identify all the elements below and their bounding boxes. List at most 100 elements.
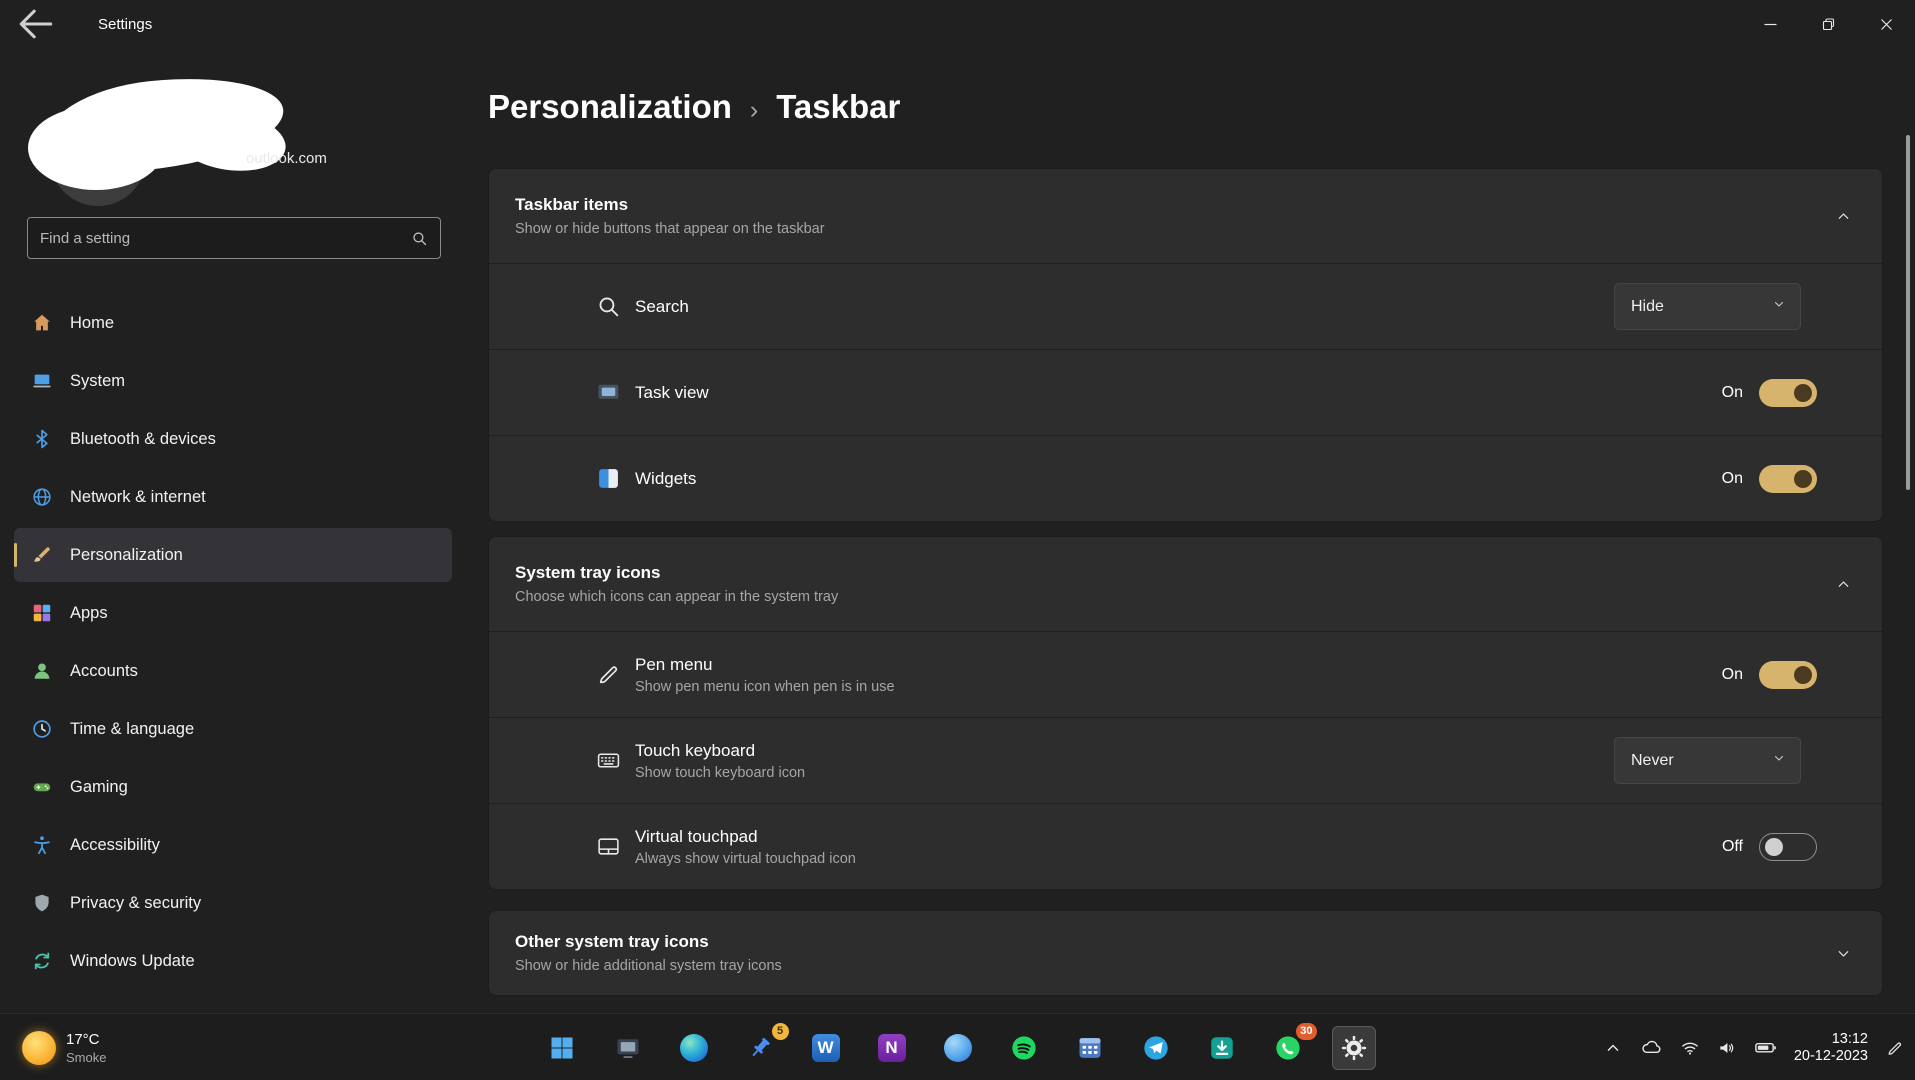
wifi-icon[interactable] (1680, 1038, 1700, 1058)
home-icon (30, 311, 54, 335)
settings-app-button[interactable] (1331, 1025, 1376, 1070)
task-view-toggle[interactable] (1759, 378, 1817, 407)
system-tray-expander[interactable]: System tray icons Choose which icons can… (489, 537, 1882, 631)
installer-app-button[interactable] (1200, 1026, 1244, 1070)
page-title: Taskbar (776, 88, 901, 125)
pen-tray-icon[interactable] (1885, 1038, 1905, 1058)
settings-cards: Taskbar items Show or hide buttons that … (488, 168, 1883, 996)
touch-keyboard-dropdown[interactable]: Never (1614, 737, 1801, 784)
search-input[interactable] (40, 229, 411, 247)
touch-keyboard-icon (595, 748, 621, 774)
battery-icon[interactable] (1754, 1036, 1777, 1059)
clock[interactable]: 13:12 20-12-2023 (1794, 1031, 1868, 1065)
volume-icon[interactable] (1717, 1038, 1737, 1058)
account-card[interactable]: outlook.com (24, 67, 444, 208)
word-button[interactable]: W (804, 1026, 848, 1070)
setting-row-virtual-touchpad: Virtual touchpad Always show virtual tou… (489, 803, 1882, 889)
pen-menu-toggle[interactable] (1759, 660, 1817, 689)
settings-window: Settings outlook.com Find a setting Home… (0, 0, 1915, 1080)
start-button[interactable] (540, 1026, 584, 1070)
main-content: Personalization › Taskbar Taskbar items … (488, 48, 1915, 1013)
calendar-icon (1079, 1037, 1100, 1058)
search-visibility-dropdown[interactable]: Hide (1614, 283, 1801, 330)
restore-button[interactable] (1799, 0, 1857, 48)
titlebar: Settings (0, 0, 1915, 48)
pinned-app-button[interactable]: 5 (738, 1022, 789, 1070)
section-subtitle: Show or hide additional system tray icon… (515, 958, 782, 974)
taskbar-items-expander[interactable]: Taskbar items Show or hide buttons that … (489, 169, 1882, 263)
account-email: outlook.com (246, 150, 327, 167)
sidebar-item-label: Accounts (70, 661, 138, 680)
section-subtitle: Choose which icons can appear in the sys… (515, 589, 839, 605)
notification-badge: 30 (1296, 1022, 1317, 1040)
sidebar-item-accounts[interactable]: Accounts (14, 644, 452, 698)
accessibility-icon (30, 833, 54, 857)
virtual-touchpad-icon (595, 834, 621, 860)
setting-row-pen-menu: Pen menu Show pen menu icon when pen is … (489, 631, 1882, 717)
onedrive-cloud-icon[interactable] (1640, 1036, 1663, 1059)
sidebar-item-label: Privacy & security (70, 893, 202, 912)
sidebar-item-bluetooth-devices[interactable]: Bluetooth & devices (14, 412, 452, 466)
breadcrumb: Personalization › Taskbar (488, 88, 1915, 126)
word-icon: W (811, 1033, 840, 1062)
notification-badge: 5 (771, 1022, 789, 1040)
task-view-icon (595, 380, 621, 406)
window-controls (1741, 0, 1915, 48)
gear-icon (1341, 1035, 1366, 1060)
sidebar-item-system[interactable]: System (14, 354, 452, 408)
blue-circle-app-button[interactable] (936, 1026, 980, 1070)
chevron-down-icon (1772, 751, 1786, 770)
windows-logo-icon (551, 1037, 572, 1058)
shield-icon (30, 891, 54, 915)
sidebar-item-label: Windows Update (70, 951, 195, 970)
row-description: Always show virtual touchpad icon (635, 850, 856, 867)
minimize-button[interactable] (1741, 0, 1799, 48)
sidebar-item-privacy-security[interactable]: Privacy & security (14, 876, 452, 930)
sidebar-item-apps[interactable]: Apps (14, 586, 452, 640)
whatsapp-button[interactable]: 30 (1266, 1022, 1317, 1070)
virtual-touchpad-toggle[interactable] (1759, 832, 1817, 861)
task-view-button[interactable] (606, 1026, 650, 1070)
row-label: Touch keyboard (635, 740, 756, 760)
section-title: Taskbar items (515, 195, 629, 214)
sidebar-item-label: Gaming (70, 777, 128, 796)
sidebar-item-home[interactable]: Home (14, 296, 452, 350)
setting-row-search: Search Hide (489, 263, 1882, 349)
close-button[interactable] (1857, 0, 1915, 48)
sidebar-item-time-language[interactable]: Time & language (14, 702, 452, 756)
calendar-app-button[interactable] (1068, 1026, 1112, 1070)
widgets-toggle[interactable] (1759, 464, 1817, 493)
back-button[interactable] (14, 5, 58, 43)
taskbar-apps: 5 W N 30 (540, 1014, 1376, 1080)
hidden-icons-chevron[interactable] (1603, 1038, 1623, 1058)
telegram-button[interactable] (1134, 1026, 1178, 1070)
apps-grid-icon (30, 601, 54, 625)
settings-search-box[interactable] (27, 217, 441, 259)
scrollbar[interactable] (1906, 135, 1910, 490)
sidebar-item-label: System (70, 371, 126, 390)
blue-circle-app-icon (943, 1033, 972, 1062)
edge-browser-button[interactable] (672, 1026, 716, 1070)
brush-icon (30, 543, 54, 567)
sidebar-item-personalization[interactable]: Personalization (14, 528, 452, 582)
sidebar-item-accessibility[interactable]: Accessibility (14, 818, 452, 872)
globe-icon (30, 485, 54, 509)
weather-widget[interactable]: 17°C Smoke (12, 1014, 116, 1080)
sidebar-item-windows-update[interactable]: Windows Update (14, 934, 452, 988)
sidebar: outlook.com Home System Bluetooth & devi… (0, 48, 466, 1013)
breadcrumb-parent[interactable]: Personalization (488, 88, 732, 126)
other-tray-expander[interactable]: Other system tray icons Show or hide add… (489, 911, 1882, 995)
toggle-knob (1794, 383, 1812, 402)
sidebar-item-network-internet[interactable]: Network & internet (14, 470, 452, 524)
row-label: Task view (635, 382, 709, 402)
chevron-up-icon (1834, 575, 1852, 593)
row-label: Search (635, 296, 689, 316)
dropdown-value: Hide (1631, 297, 1664, 315)
toggle-knob (1765, 837, 1783, 856)
spotify-button[interactable] (1002, 1026, 1046, 1070)
onenote-button[interactable]: N (870, 1026, 914, 1070)
row-description: Show touch keyboard icon (635, 764, 806, 781)
toggle-knob (1794, 469, 1812, 488)
sidebar-item-gaming[interactable]: Gaming (14, 760, 452, 814)
section-title: Other system tray icons (515, 932, 709, 951)
